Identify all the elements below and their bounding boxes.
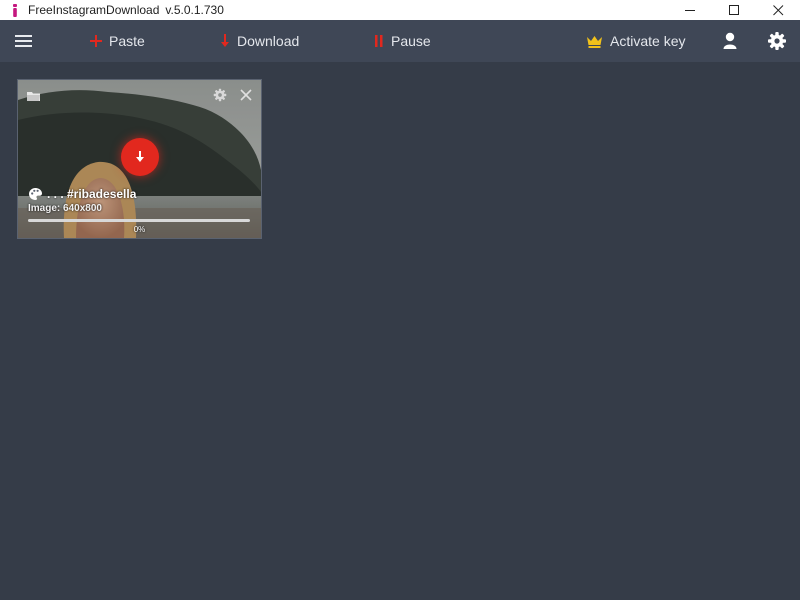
- download-button[interactable]: Download: [220, 20, 299, 62]
- menu-button[interactable]: [14, 33, 34, 49]
- folder-icon: [27, 92, 40, 101]
- progress-label: 0%: [133, 225, 146, 234]
- crown-icon: [586, 35, 603, 48]
- start-download-button[interactable]: [121, 138, 159, 176]
- item-info: Image: 640x800: [28, 203, 102, 214]
- palette-icon: [29, 188, 42, 200]
- pause-icon: [374, 35, 384, 47]
- gear-icon: [768, 32, 786, 50]
- app-logo-icon: [10, 3, 20, 17]
- item-caption: . . . #ribadesella: [28, 187, 136, 201]
- paste-label: Paste: [109, 33, 145, 49]
- activate-key-label: Activate key: [610, 33, 686, 49]
- paste-button[interactable]: Paste: [90, 20, 145, 62]
- download-label: Download: [237, 33, 300, 49]
- app-version: v.5.0.1.730: [165, 3, 224, 17]
- plus-icon: [90, 35, 102, 47]
- close-icon: [772, 4, 783, 15]
- arrow-down-icon: [220, 34, 230, 48]
- maximize-button[interactable]: [712, 0, 756, 20]
- progress-bar: [28, 219, 250, 222]
- item-settings-button[interactable]: [213, 88, 227, 102]
- download-item-card[interactable]: . . . #ribadesella Image: 640x800 0%: [17, 79, 262, 239]
- minimize-button[interactable]: [668, 0, 712, 20]
- close-icon: [240, 89, 252, 101]
- settings-button[interactable]: [767, 31, 787, 51]
- activate-key-button[interactable]: Activate key: [586, 20, 685, 62]
- item-caption-text: . . . #ribadesella: [47, 187, 137, 201]
- toolbar: Paste Download Pause Activate key: [0, 20, 800, 62]
- minimize-icon: [684, 9, 695, 11]
- window-controls: [668, 0, 800, 20]
- close-window-button[interactable]: [756, 0, 800, 20]
- hamburger-icon: [15, 35, 32, 47]
- account-button[interactable]: [722, 32, 738, 50]
- maximize-icon: [728, 4, 739, 15]
- title-bar: FreeInstagramDownload v.5.0.1.730: [0, 0, 800, 20]
- gear-icon: [213, 88, 227, 102]
- arrow-down-icon: [136, 151, 144, 162]
- open-folder-button[interactable]: [27, 89, 41, 101]
- app-title: FreeInstagramDownload: [28, 3, 160, 17]
- pause-label: Pause: [391, 33, 431, 49]
- remove-item-button[interactable]: [239, 88, 253, 102]
- user-icon: [723, 32, 737, 49]
- pause-button[interactable]: Pause: [374, 20, 431, 62]
